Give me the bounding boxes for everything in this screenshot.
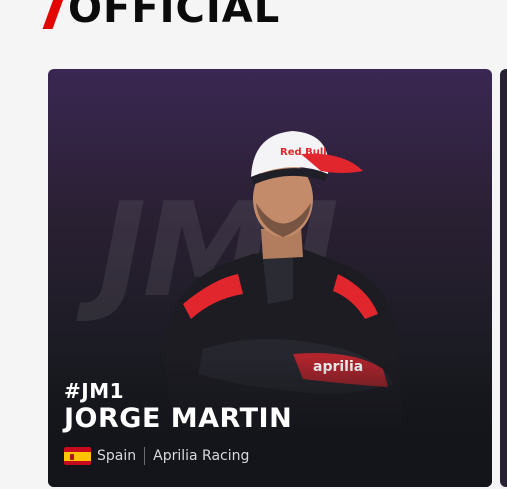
- svg-text:Red Bull: Red Bull: [280, 147, 327, 158]
- rider-tag: #JM1: [64, 379, 125, 403]
- rider-name[interactable]: JORGE MARTIN: [64, 403, 292, 434]
- rider-card[interactable]: JM1 aprilia Red Bull #JM1 JORGE MARTIN S…: [48, 69, 492, 487]
- meta-divider: [144, 447, 146, 465]
- rider-team: Aprilia Racing: [153, 448, 250, 464]
- rider-meta: Spain Aprilia Racing: [64, 445, 249, 467]
- heading-slash-icon: [42, 0, 64, 29]
- page-heading: OFFICIAL: [42, 0, 281, 32]
- page-title: OFFICIAL: [68, 0, 281, 32]
- next-rider-card[interactable]: [500, 69, 507, 487]
- rider-country: Spain: [97, 448, 137, 464]
- spain-flag-icon: [64, 447, 91, 465]
